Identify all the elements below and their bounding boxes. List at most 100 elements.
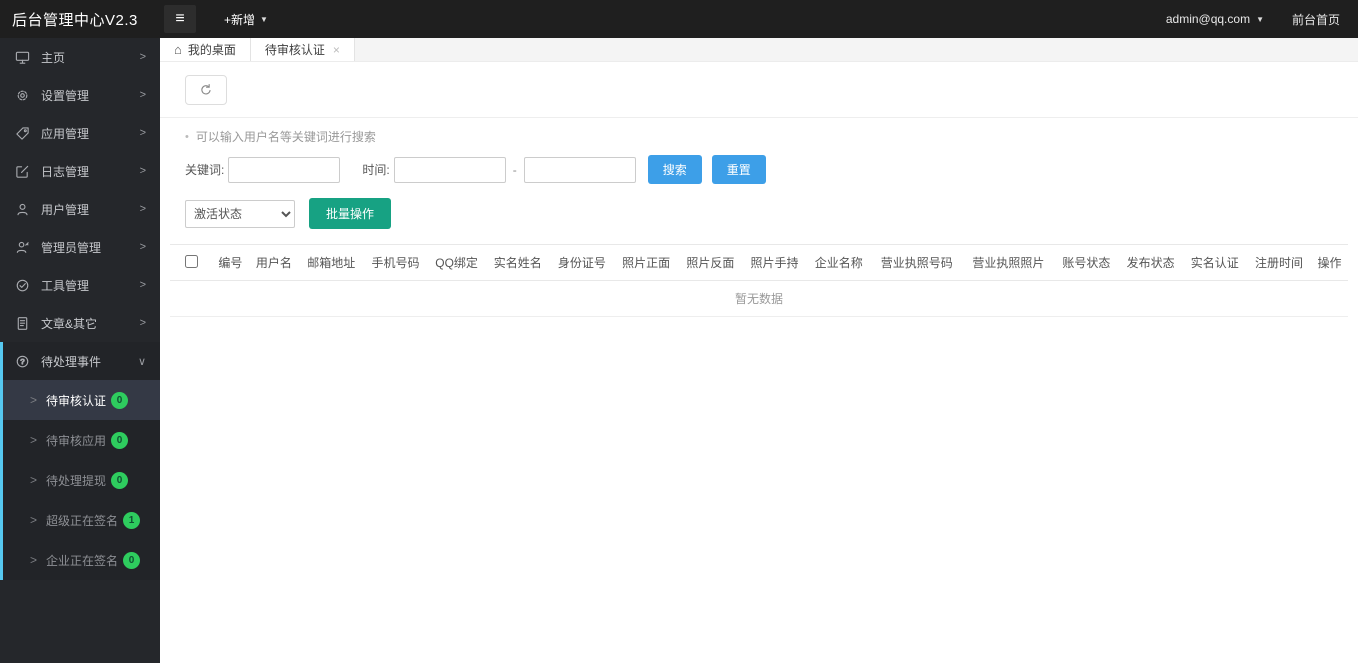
sidebar-item-label: 文章&其它: [41, 316, 98, 331]
search-hint-text: 可以输入用户名等关键词进行搜索: [195, 130, 376, 144]
sidebar-subitem-pending-apps[interactable]: > 待审核应用 0: [3, 420, 160, 460]
search-button[interactable]: 搜索: [647, 155, 702, 184]
user-icon: [14, 201, 30, 217]
col-header: 实名认证: [1182, 244, 1247, 281]
home-icon: ⌂: [174, 42, 182, 57]
col-header: 操作: [1311, 244, 1348, 281]
sidebar-item-label: 主页: [41, 50, 66, 65]
front-home-link[interactable]: 前台首页: [1292, 11, 1340, 28]
tab-pending-auth[interactable]: 待审核认证 ×: [250, 38, 355, 61]
col-header: 邮箱地址: [299, 244, 364, 281]
sidebar-item-home[interactable]: 主页 >: [0, 38, 160, 76]
data-table-wrap: 编号 用户名 邮箱地址 手机号码 QQ绑定 实名姓名 身份证号 照片正面 照片反…: [170, 244, 1348, 317]
sidebar-subitem-pending-auth[interactable]: > 待审核认证 0: [3, 380, 160, 420]
sidebar-subitem-super-signing[interactable]: > 超级正在签名 1: [3, 500, 160, 540]
chevron-down-icon: ∨: [137, 355, 146, 368]
refresh-icon: [201, 84, 211, 95]
search-form: 关键词: 时间: - 搜索 重置: [160, 145, 1358, 184]
chevron-right-icon: >: [139, 317, 146, 329]
close-icon[interactable]: ×: [333, 43, 340, 57]
sidebar-item-label: 设置管理: [41, 88, 90, 103]
col-header: 编号: [212, 244, 249, 281]
select-all-checkbox[interactable]: [184, 254, 198, 268]
batch-action-button[interactable]: 批量操作: [309, 198, 392, 229]
sidebar-item-label: 待处理事件: [41, 354, 102, 369]
chevron-right-icon: >: [139, 51, 146, 63]
col-header: 照片手持: [742, 244, 807, 281]
account-dropdown[interactable]: admin@qq.com ▼: [1166, 12, 1264, 26]
col-header: 企业名称: [806, 244, 871, 281]
sidebar: 主页 > 设置管理 > 应用管理 > 日志管理 > 用户管理 > 管理员管理 >…: [0, 38, 160, 663]
tools-circle-icon: [14, 277, 30, 293]
app-title: 后台管理中心V2.3: [12, 11, 138, 29]
sidebar-item-pending-events[interactable]: ? 待处理事件 ∨: [3, 342, 160, 380]
hamburger-icon: ≡: [175, 10, 185, 27]
submenu-arrow-icon: >: [30, 393, 38, 407]
status-select[interactable]: 激活状态: [185, 199, 295, 228]
caret-down-icon: ▼: [1256, 14, 1264, 24]
submenu-label: 超级正在签名: [46, 513, 119, 528]
tab-label: 我的桌面: [187, 43, 236, 57]
sidebar-subitem-enterprise-signing[interactable]: > 企业正在签名 0: [3, 540, 160, 580]
gear-icon: [14, 87, 30, 103]
empty-row: 暂无数据: [170, 280, 1348, 317]
sidebar-subitem-pending-withdraw[interactable]: > 待处理提现 0: [3, 460, 160, 500]
toolbar: [160, 62, 1358, 118]
sidebar-item-settings[interactable]: 设置管理 >: [0, 76, 160, 114]
time-to-input[interactable]: [523, 156, 636, 183]
sidebar-item-users[interactable]: 用户管理 >: [0, 190, 160, 228]
sidebar-item-label: 用户管理: [41, 202, 90, 217]
batch-toolbar: 激活状态 批量操作: [160, 184, 1358, 229]
account-email: admin@qq.com: [1165, 12, 1251, 26]
keyword-input[interactable]: [228, 156, 341, 183]
sidebar-item-label: 工具管理: [41, 278, 90, 293]
submenu-arrow-icon: >: [30, 513, 38, 527]
submenu-label: 待审核应用: [46, 433, 107, 448]
count-badge: 1: [123, 511, 141, 529]
col-header: 营业执照照片: [962, 244, 1055, 281]
sidebar-item-articles[interactable]: 文章&其它 >: [0, 304, 160, 342]
count-badge: 0: [111, 471, 129, 489]
tab-my-desktop[interactable]: ⌂ 我的桌面: [160, 38, 251, 61]
keyword-label: 关键词:: [185, 163, 225, 177]
col-header: 用户名: [248, 244, 300, 281]
sidebar-item-admins[interactable]: 管理员管理 >: [0, 228, 160, 266]
sidebar-item-label: 管理员管理: [41, 240, 102, 255]
sidebar-item-apps[interactable]: 应用管理 >: [0, 114, 160, 152]
time-label: 时间:: [362, 163, 390, 177]
chevron-right-icon: >: [139, 203, 146, 215]
submenu-label: 待处理提现: [46, 473, 107, 488]
submenu-arrow-icon: >: [30, 473, 38, 487]
col-header: 照片反面: [678, 244, 743, 281]
col-header: 手机号码: [363, 244, 428, 281]
sidebar-item-label: 日志管理: [41, 164, 90, 179]
sidebar-item-tools[interactable]: 工具管理 >: [0, 266, 160, 304]
col-header: 账号状态: [1054, 244, 1119, 281]
question-circle-icon: ?: [14, 353, 30, 369]
time-from-input[interactable]: [393, 156, 506, 183]
range-separator: -: [512, 162, 517, 177]
caret-down-icon: ▼: [260, 14, 268, 24]
chevron-right-icon: >: [139, 89, 146, 101]
sidebar-toggle-button[interactable]: ≡: [164, 5, 196, 33]
new-dropdown[interactable]: +新增 ▼: [224, 11, 268, 28]
col-header: QQ绑定: [427, 244, 486, 281]
svg-text:?: ?: [20, 357, 24, 366]
admin-user-icon: [14, 239, 30, 255]
article-icon: [14, 315, 30, 331]
refresh-button[interactable]: [185, 75, 227, 105]
data-table: 编号 用户名 邮箱地址 手机号码 QQ绑定 实名姓名 身份证号 照片正面 照片反…: [170, 244, 1348, 317]
monitor-icon: [14, 49, 30, 65]
tab-label: 待审核认证: [264, 43, 325, 57]
col-header: 照片正面: [614, 244, 679, 281]
col-header: 注册时间: [1246, 244, 1312, 281]
chevron-right-icon: >: [139, 127, 146, 139]
main-content: ⌂ 我的桌面 待审核认证 × • 可以输入用户名等关键词进行搜索 关键词: 时间…: [160, 38, 1358, 663]
col-header: 身份证号: [549, 244, 615, 281]
tab-bar: ⌂ 我的桌面 待审核认证 ×: [160, 38, 1358, 62]
count-badge: 0: [111, 431, 129, 449]
reset-button[interactable]: 重置: [711, 155, 766, 184]
sidebar-item-logs[interactable]: 日志管理 >: [0, 152, 160, 190]
sidebar-group-pending: ? 待处理事件 ∨ > 待审核认证 0 > 待审核应用 0 > 待处理提现 0 …: [0, 342, 160, 580]
col-header: 营业执照号码: [870, 244, 963, 281]
